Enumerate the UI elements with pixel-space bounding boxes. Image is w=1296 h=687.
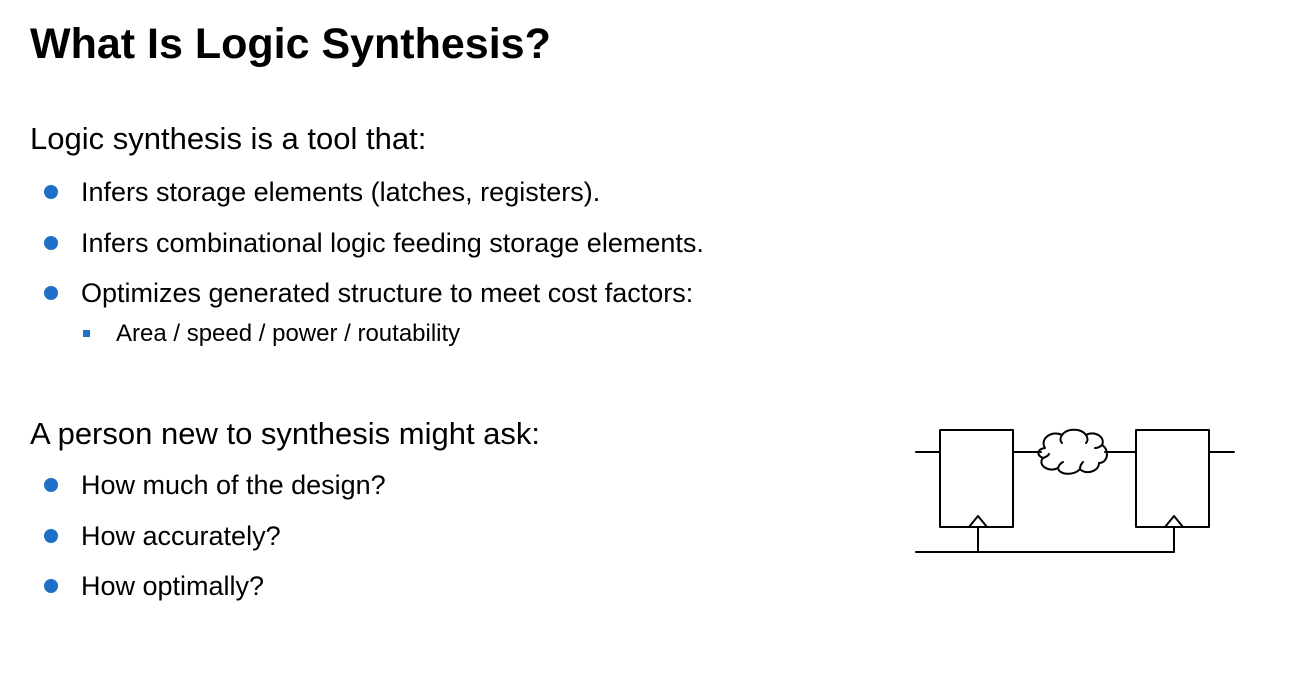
register-logic-diagram	[915, 428, 1235, 553]
flip-flop-right	[1135, 429, 1210, 528]
bullet-text: Infers storage elements (latches, regist…	[81, 177, 601, 207]
sub-bullet-text: Area / speed / power / routability	[116, 320, 461, 347]
bullet-text: How much of the design?	[81, 470, 386, 500]
clock-line	[915, 526, 1175, 553]
combinational-logic-cloud-icon	[1037, 428, 1108, 475]
bullet-text: How accurately?	[81, 520, 281, 551]
bullet-dot-icon	[44, 235, 58, 250]
section-heading-questions: A person new to synthesis might ask:	[30, 416, 541, 451]
flip-flop-left	[939, 429, 1014, 528]
bullet-text: How optimally?	[81, 571, 265, 601]
bullet-dot-icon	[44, 286, 58, 300]
bullet-dot-icon	[44, 185, 58, 199]
section-heading-tool: Logic synthesis is a tool that:	[30, 121, 427, 156]
square-bullet-icon	[83, 330, 90, 337]
bullet-dot-icon	[44, 528, 58, 543]
bullet-dot-icon	[44, 579, 58, 593]
slide-title: What Is Logic Synthesis?	[30, 20, 551, 68]
bullet-text: Infers combinational logic feeding stora…	[81, 227, 704, 258]
bullet-dot-icon	[44, 478, 58, 492]
sub-list-item: Area / speed / power / routability	[0, 318, 700, 350]
bullet-text: Optimizes generated structure to meet co…	[81, 278, 694, 308]
